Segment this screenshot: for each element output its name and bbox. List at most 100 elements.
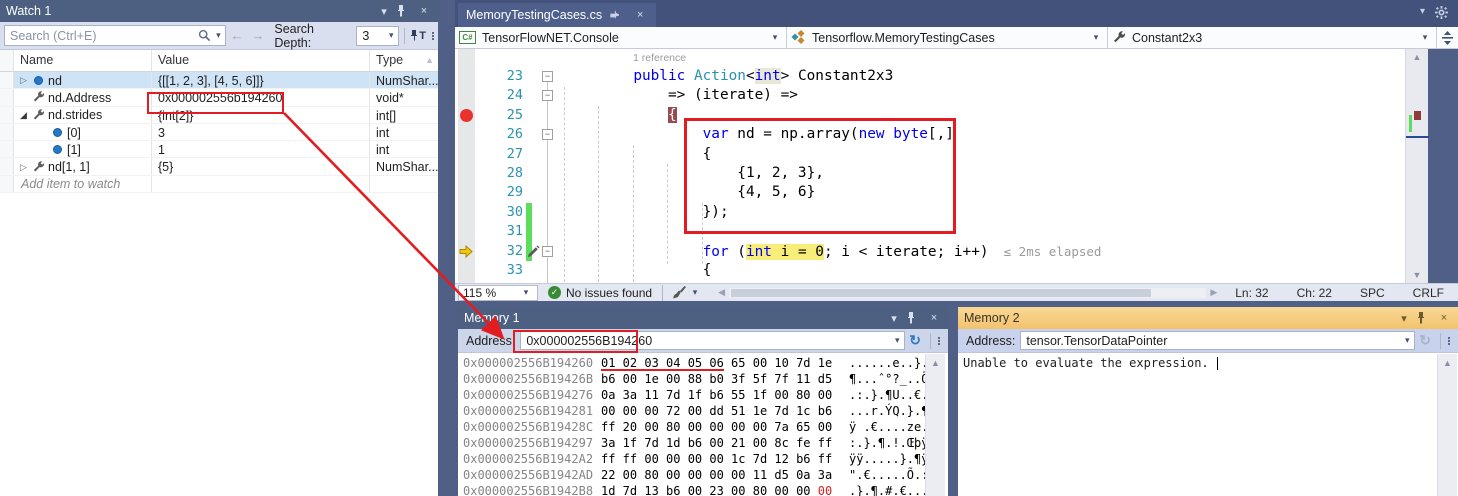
- fold-collapse-icon[interactable]: −: [542, 90, 553, 101]
- refresh-icon[interactable]: ↻: [909, 332, 921, 349]
- memory-hex-bytes[interactable]: ff 20 00 80 00 00 00 00 7a 65 00: [601, 420, 849, 435]
- watch-value-cell[interactable]: [152, 176, 370, 192]
- search-dropdown-icon[interactable]: ▾: [211, 30, 225, 41]
- watch-row[interactable]: [1]1int: [0, 141, 438, 158]
- pin-icon[interactable]: [1416, 312, 1432, 324]
- watch-value-cell[interactable]: {int[2]}: [152, 107, 370, 123]
- watch-row[interactable]: ▷nd[1, 1]{5}NumShar...: [0, 158, 438, 175]
- memory-hex-bytes[interactable]: 00 00 00 72 00 dd 51 1e 7d 1c b6: [601, 404, 849, 419]
- memory-hex-bytes[interactable]: 22 00 80 00 00 00 00 11 d5 0a 3a: [601, 468, 849, 483]
- horizontal-scrollbar[interactable]: ◀ ▶: [714, 284, 1221, 301]
- window-menu-icon[interactable]: ▾: [1396, 312, 1412, 325]
- window-menu-icon[interactable]: ▾: [376, 5, 392, 18]
- watch-name-cell[interactable]: ◢nd.strides: [14, 107, 152, 123]
- memory-hex-bytes[interactable]: b6 00 1e 00 88 b0 3f 5f 7f 11 d5: [601, 372, 849, 387]
- code-line[interactable]: [564, 222, 1458, 241]
- watch-value-cell[interactable]: {5}: [152, 158, 370, 174]
- search-icon[interactable]: [198, 29, 211, 42]
- status-insert-mode[interactable]: SPC: [1346, 286, 1399, 300]
- code-line[interactable]: {1, 2, 3},: [564, 164, 1458, 183]
- vertical-scrollbar[interactable]: ▲ ▼: [1405, 49, 1428, 283]
- tab-close-icon[interactable]: ×: [632, 9, 648, 21]
- code-line[interactable]: {: [564, 261, 1458, 280]
- watch-titlebar[interactable]: Watch 1 ▾ ×: [0, 0, 438, 22]
- code-line[interactable]: public Action<int> Constant2x3: [564, 67, 1458, 86]
- memory-hex-bytes[interactable]: 3a 1f 7d 1d b6 00 21 00 8c fe ff: [601, 436, 849, 451]
- close-icon[interactable]: ×: [926, 312, 942, 324]
- memory2-scrollbar[interactable]: ▲: [1437, 354, 1457, 496]
- watch-row[interactable]: ◢nd.strides{int[2]}int[]: [0, 107, 438, 124]
- memory-row[interactable]: 0x000002556B1942973a 1f 7d 1d b6 00 21 0…: [463, 436, 948, 452]
- toolbar-overflow-icon[interactable]: [938, 337, 940, 345]
- memory-row[interactable]: 0x000002556B19428100 00 00 72 00 dd 51 1…: [463, 404, 948, 420]
- code-line[interactable]: => (iterate) =>: [564, 86, 1458, 105]
- pin-icon[interactable]: [396, 5, 412, 17]
- code-line[interactable]: for (int i = 0; i < iterate; i++) ≤ 2ms …: [564, 242, 1458, 261]
- watch-row[interactable]: Add item to watch: [0, 176, 438, 193]
- code-line[interactable]: var nd = np.array(new byte[,]: [564, 125, 1458, 144]
- breakpoint-icon[interactable]: [460, 109, 473, 122]
- memory-hex-bytes[interactable]: 1d 7d 13 b6 00 23 00 80 00 00 00: [601, 484, 849, 496]
- zoom-select[interactable]: 115 % ▾: [458, 285, 538, 301]
- close-icon[interactable]: ×: [1436, 312, 1452, 324]
- memory-row[interactable]: 0x000002556B1942A2ff ff 00 00 00 00 1c 7…: [463, 452, 948, 468]
- watch-row[interactable]: nd.Address0x000002556b194260void*: [0, 89, 438, 106]
- watch-value-cell[interactable]: 1: [152, 141, 370, 157]
- gear-icon[interactable]: [1435, 6, 1448, 19]
- code-line[interactable]: {4, 5, 6}: [564, 183, 1458, 202]
- address-dropdown-icon[interactable]: ▾: [890, 335, 904, 346]
- code-cleanup-broom-icon[interactable]: [673, 286, 688, 300]
- close-icon[interactable]: ×: [416, 5, 432, 17]
- toolbar-overflow-icon[interactable]: [432, 32, 434, 40]
- code-line[interactable]: {: [564, 106, 1458, 125]
- memory1-scrollbar[interactable]: ▲: [925, 354, 945, 496]
- class-dropdown[interactable]: Tensorflow.MemoryTestingCases ▾: [787, 27, 1108, 48]
- code-line[interactable]: {: [564, 145, 1458, 164]
- status-line[interactable]: Ln: 32: [1221, 286, 1282, 300]
- window-menu-icon[interactable]: ▾: [886, 312, 902, 325]
- address-input[interactable]: tensor.TensorDataPointer ▾: [1020, 331, 1415, 350]
- watch-value-cell[interactable]: {[[1, 2, 3], [4, 5, 6]]}: [152, 72, 370, 88]
- memory1-content[interactable]: 0x000002556B19426001 02 03 04 05 06 65 0…: [458, 353, 948, 496]
- pin-icon[interactable]: [906, 312, 922, 324]
- fold-collapse-icon[interactable]: −: [542, 129, 553, 140]
- watch-name-cell[interactable]: [1]: [14, 141, 152, 157]
- watch-name-cell[interactable]: ▷nd: [14, 72, 152, 88]
- memory-row[interactable]: 0x000002556B19426Bb6 00 1e 00 88 b0 3f 5…: [463, 372, 948, 388]
- watch-name-cell[interactable]: ▷nd[1, 1]: [14, 158, 152, 174]
- watch-value-cell[interactable]: 0x000002556b194260: [152, 89, 370, 105]
- memory2-content[interactable]: Unable to evaluate the expression.: [958, 353, 1458, 370]
- watch-value-cell[interactable]: 3: [152, 124, 370, 140]
- fold-collapse-icon[interactable]: −: [542, 71, 553, 82]
- watch-row[interactable]: ▷nd{[[1, 2, 3], [4, 5, 6]]}NumShar...: [0, 72, 438, 89]
- memory1-titlebar[interactable]: Memory 1 ▾ ×: [458, 307, 948, 329]
- watch-name-cell[interactable]: Add item to watch: [14, 176, 152, 192]
- hscroll-thumb[interactable]: [731, 289, 1151, 297]
- search-input[interactable]: Search (Ctrl+E) ▾: [4, 25, 226, 46]
- column-header-value[interactable]: Value: [152, 50, 370, 71]
- memory-row[interactable]: 0x000002556B1942AD22 00 80 00 00 00 00 1…: [463, 468, 948, 484]
- watch-row[interactable]: [0]3int: [0, 124, 438, 141]
- document-tab[interactable]: MemoryTestingCases.cs ×: [458, 3, 656, 27]
- status-column[interactable]: Ch: 22: [1283, 286, 1346, 300]
- fold-collapse-icon[interactable]: −: [542, 246, 553, 257]
- column-header-name[interactable]: Name: [14, 50, 152, 71]
- document-well-dropdown-icon[interactable]: ▾: [1420, 6, 1425, 19]
- back-icon[interactable]: ←: [230, 28, 243, 43]
- expander-icon[interactable]: ▷: [17, 75, 30, 86]
- watch-name-cell[interactable]: nd.Address: [14, 89, 152, 105]
- memory-hex-bytes[interactable]: 0a 3a 11 7d 1f b6 55 1f 00 80 00: [601, 388, 849, 403]
- project-dropdown[interactable]: C# TensorFlowNET.Console ▾: [455, 27, 787, 48]
- issues-status[interactable]: No issues found: [566, 286, 652, 300]
- toolbar-overflow-icon[interactable]: [1448, 337, 1450, 345]
- expander-icon[interactable]: ▷: [17, 162, 30, 173]
- expander-icon[interactable]: ◢: [17, 110, 30, 121]
- memory-hex-bytes[interactable]: ff ff 00 00 00 00 1c 7d 12 b6 ff: [601, 452, 849, 467]
- code-editor[interactable]: 1 reference 23 public Action<int> Consta…: [455, 49, 1458, 283]
- broom-dropdown-icon[interactable]: ▾: [688, 287, 702, 298]
- memory-row[interactable]: 0x000002556B1942B81d 7d 13 b6 00 23 00 8…: [463, 484, 948, 496]
- status-line-ending[interactable]: CRLF: [1399, 286, 1458, 300]
- watch-settings-pin-icon[interactable]: T: [410, 29, 426, 42]
- code-line[interactable]: });: [564, 203, 1458, 222]
- memory2-titlebar[interactable]: Memory 2 ▾ ×: [958, 307, 1458, 329]
